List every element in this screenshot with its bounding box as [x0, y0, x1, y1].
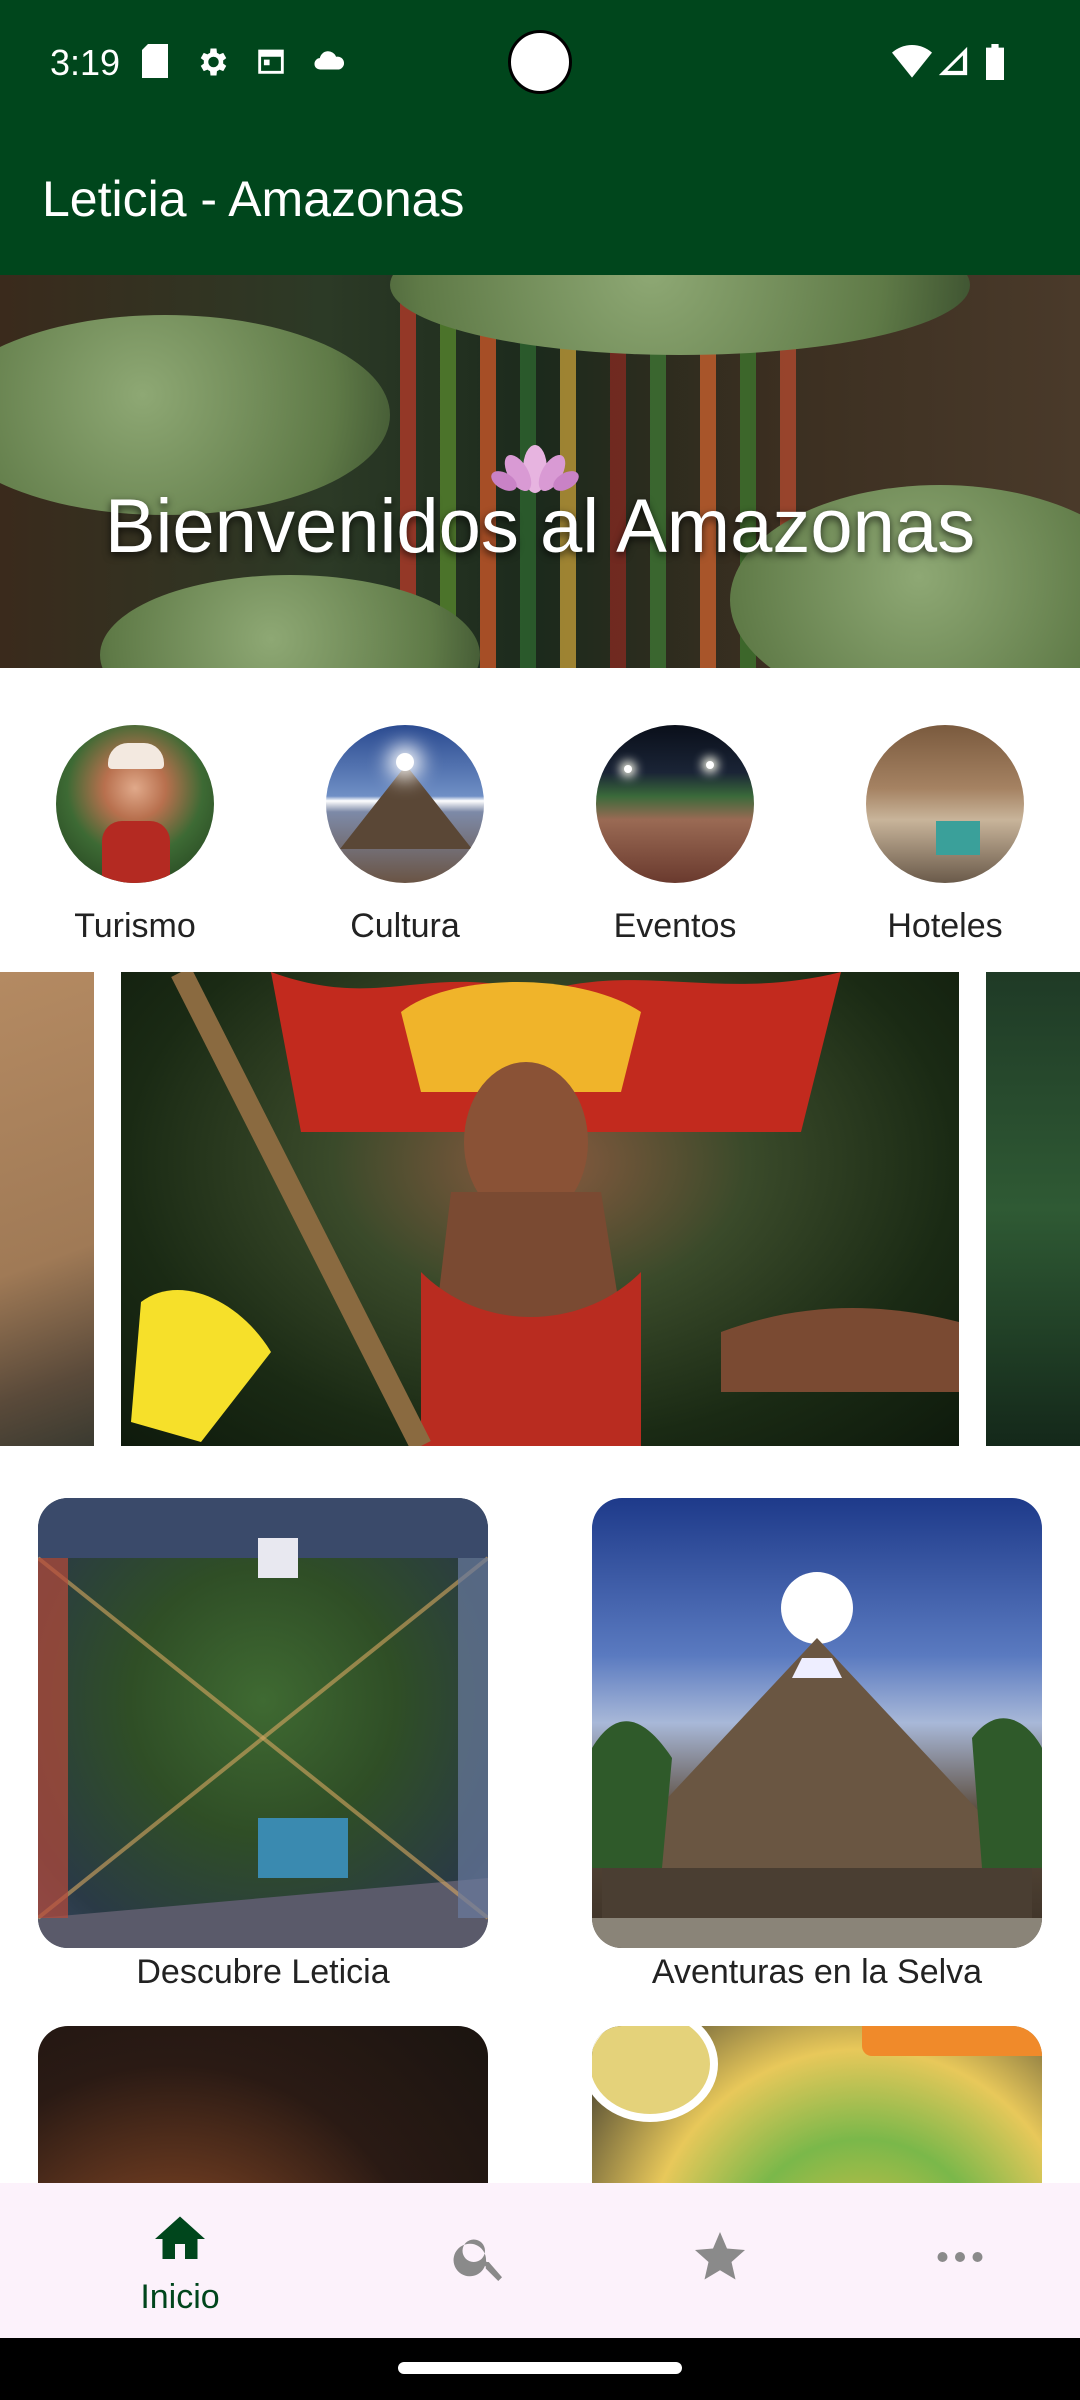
category-image-hoteles — [866, 725, 1024, 883]
category-label: Turismo — [74, 907, 196, 945]
calendar-icon — [258, 49, 284, 74]
hero-title: Bienvenidos al Amazonas — [104, 484, 976, 569]
carousel-image-dancer — [131, 972, 959, 1446]
more-horizontal-icon — [937, 2252, 983, 2262]
category-cultura[interactable]: Cultura — [305, 725, 505, 946]
hero-banner: Bienvenidos al Amazonas — [0, 275, 1080, 668]
lily-pad — [100, 575, 480, 668]
sd-card-icon — [142, 44, 168, 78]
camera-cutout — [508, 30, 572, 94]
category-image-eventos — [596, 725, 754, 883]
nav-item-inicio[interactable]: Inicio — [45, 2183, 315, 2338]
carousel-item-previous[interactable] — [0, 972, 94, 1446]
nav-item-more[interactable] — [825, 2183, 1080, 2338]
category-label: Eventos — [613, 907, 737, 945]
settings-icon — [200, 48, 227, 76]
category-turismo[interactable]: Turismo — [35, 725, 235, 946]
app-bar-title: Leticia - Amazonas — [42, 171, 465, 227]
battery-icon — [986, 44, 1004, 80]
category-image-turismo — [56, 725, 214, 883]
search-icon — [453, 2239, 502, 2281]
category-label: Cultura — [350, 907, 460, 945]
card-label: Aventuras en la Selva — [651, 1953, 983, 1991]
category-hoteles[interactable]: Hoteles — [845, 725, 1045, 946]
status-bar: 3:19 — [0, 0, 1080, 130]
category-image-cultura — [326, 725, 484, 883]
status-time: 3:19 — [50, 42, 121, 83]
card-aventuras-selva[interactable] — [592, 1498, 1042, 1948]
carousel-item-next[interactable] — [986, 972, 1080, 1446]
cloud-icon — [314, 51, 345, 70]
nav-label-inicio: Inicio — [140, 2278, 220, 2316]
home-gesture-handle[interactable] — [398, 2362, 682, 2374]
image-carousel[interactable] — [0, 972, 1080, 1446]
card-image-aerial-park — [38, 1498, 488, 1948]
card-descubre-leticia[interactable] — [38, 1498, 488, 1948]
bottom-navigation: Inicio — [0, 2183, 1080, 2338]
app-bar: Leticia - Amazonas — [0, 130, 1080, 275]
category-label: Hoteles — [887, 907, 1003, 945]
wifi-icon — [892, 45, 932, 78]
category-eventos[interactable]: Eventos — [575, 725, 775, 946]
nav-item-search[interactable] — [345, 2183, 615, 2338]
home-icon — [155, 2216, 205, 2259]
signal-icon — [938, 46, 968, 76]
star-icon — [695, 2232, 745, 2280]
system-gesture-bar — [0, 2338, 1080, 2400]
lily-pad — [390, 275, 970, 355]
card-label: Descubre Leticia — [136, 1953, 390, 1991]
card-image-maloca — [592, 1572, 1042, 1948]
carousel-item-current[interactable] — [121, 972, 959, 1446]
category-row: Turismo Cultura Eventos Hoteles — [0, 725, 1080, 955]
nav-item-favorites[interactable] — [585, 2183, 855, 2338]
